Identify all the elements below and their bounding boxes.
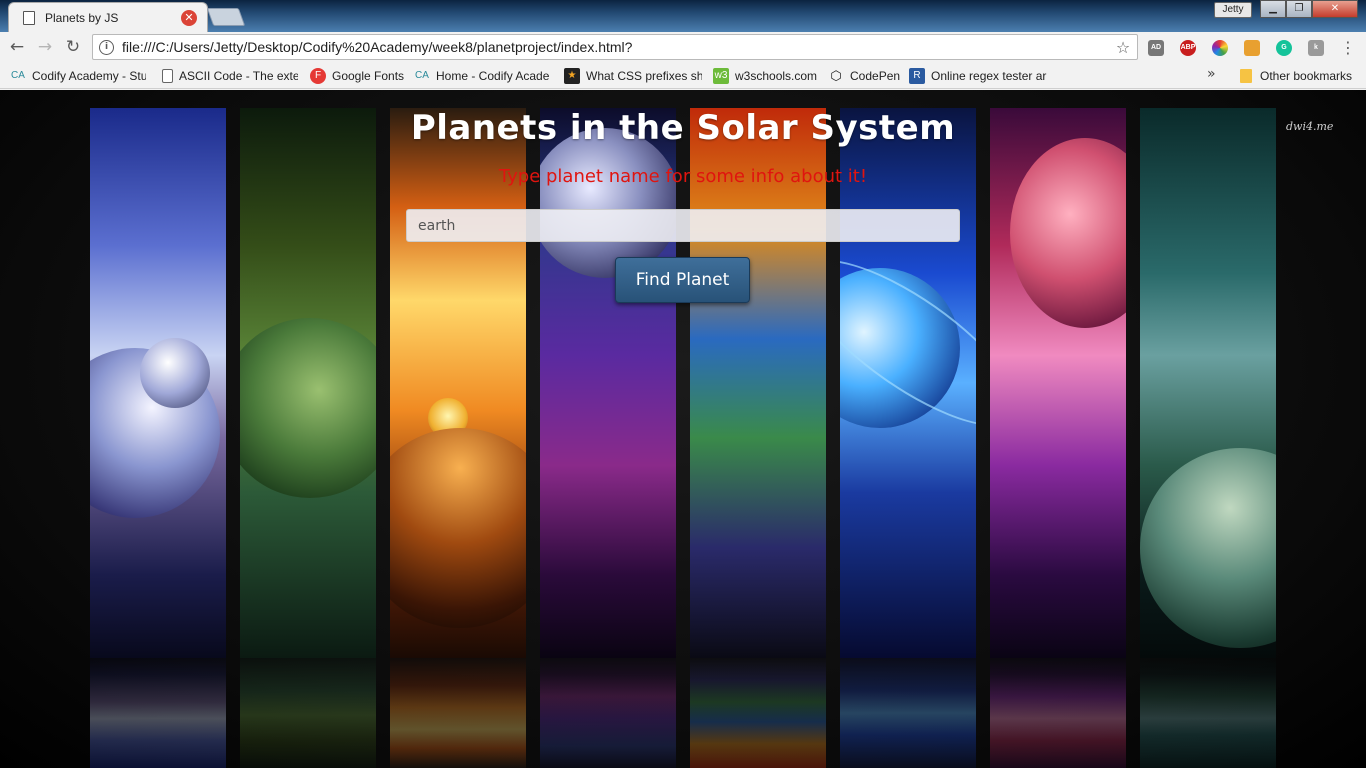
bookmark-item[interactable]: ★ What CSS prefixes sho bbox=[564, 67, 702, 85]
close-window-icon[interactable]: ✕ bbox=[1312, 0, 1358, 18]
background-panel bbox=[840, 108, 976, 658]
panel-reflection bbox=[390, 658, 526, 768]
find-planet-button[interactable]: Find Planet bbox=[615, 257, 750, 303]
other-bookmarks[interactable]: Other bookmarks bbox=[1240, 67, 1360, 85]
ad-block-icon[interactable]: AD bbox=[1148, 40, 1164, 56]
browser-toolbar: ← → ↻ i file:///C:/Users/Jetty/Desktop/C… bbox=[0, 32, 1366, 62]
panel-reflection bbox=[690, 658, 826, 768]
back-arrow-icon[interactable]: ← bbox=[6, 36, 28, 58]
profile-badge[interactable]: Jetty bbox=[1214, 2, 1252, 18]
ruler-icon[interactable] bbox=[1244, 40, 1260, 56]
grammarly-icon[interactable]: G bbox=[1276, 40, 1292, 56]
color-wheel-icon[interactable] bbox=[1212, 40, 1228, 56]
extension-k-icon[interactable]: k bbox=[1308, 40, 1324, 56]
background-panel bbox=[1140, 108, 1276, 658]
panel-reflection bbox=[240, 658, 376, 768]
tab-title: Planets by JS bbox=[45, 10, 119, 25]
planet-image bbox=[390, 428, 526, 628]
bookmark-item[interactable]: CA Home - Codify Acade bbox=[414, 67, 550, 85]
background-panel bbox=[990, 108, 1126, 658]
codify-icon: CA bbox=[415, 70, 429, 81]
info-icon[interactable]: i bbox=[99, 39, 114, 55]
background-panel bbox=[90, 108, 226, 658]
background-panel bbox=[390, 108, 526, 658]
planet-image bbox=[540, 128, 676, 278]
minimize-icon[interactable]: ▁ bbox=[1260, 0, 1286, 18]
codepen-icon: ⬡ bbox=[830, 68, 842, 83]
planet-image bbox=[140, 338, 210, 408]
panel-reflection bbox=[90, 658, 226, 768]
page-icon bbox=[162, 69, 173, 83]
bookmark-star-icon[interactable]: ☆ bbox=[1109, 38, 1137, 57]
google-fonts-icon: F bbox=[310, 68, 326, 84]
bookmark-item[interactable]: ⬡ CodePen bbox=[828, 67, 904, 85]
new-tab-button[interactable] bbox=[206, 8, 246, 26]
more-bookmarks-icon[interactable]: » bbox=[1207, 66, 1216, 82]
url-text[interactable]: file:///C:/Users/Jetty/Desktop/Codify%20… bbox=[122, 39, 1109, 55]
bookmark-item[interactable]: ASCII Code - The exte bbox=[162, 67, 298, 85]
regex-icon: R bbox=[909, 68, 925, 84]
bookmark-item[interactable]: F Google Fonts bbox=[310, 67, 406, 85]
browser-tab[interactable]: Planets by JS ✕ bbox=[8, 2, 208, 32]
codify-icon: CA bbox=[11, 70, 25, 81]
bookmark-item[interactable]: w3 w3schools.com bbox=[713, 67, 819, 85]
panel-reflection bbox=[1140, 658, 1276, 768]
page-title: Planets in the Solar System bbox=[410, 108, 956, 148]
background-panel bbox=[240, 108, 376, 658]
page-subtitle: Type planet name for some info about it! bbox=[498, 166, 868, 187]
background-panel bbox=[540, 108, 676, 658]
restore-icon[interactable]: ❐ bbox=[1286, 0, 1312, 18]
planet-search-input[interactable] bbox=[406, 209, 960, 242]
bookmark-item[interactable]: CA Codify Academy - Stu bbox=[10, 67, 146, 85]
panel-reflection bbox=[990, 658, 1126, 768]
w3schools-icon: w3 bbox=[713, 68, 729, 84]
reload-icon[interactable]: ↻ bbox=[62, 36, 84, 58]
forward-arrow-icon[interactable]: → bbox=[34, 36, 56, 58]
page-icon bbox=[23, 10, 35, 25]
planet-image bbox=[240, 318, 376, 498]
panel-reflection bbox=[840, 658, 976, 768]
browser-chrome: Planets by JS ✕ Jetty ▁ ❐ ✕ ← → ↻ i file… bbox=[0, 0, 1366, 90]
abp-icon[interactable]: ABP bbox=[1180, 40, 1196, 56]
star-icon: ★ bbox=[564, 68, 580, 84]
window-controls: ▁ ❐ ✕ bbox=[1260, 0, 1358, 20]
address-bar[interactable]: i file:///C:/Users/Jetty/Desktop/Codify%… bbox=[92, 34, 1138, 60]
planet-image bbox=[1140, 448, 1276, 648]
background-panel bbox=[690, 108, 826, 658]
browser-menu-icon[interactable]: ⋮ bbox=[1340, 38, 1356, 58]
panel-reflection bbox=[540, 658, 676, 768]
bookmark-item[interactable]: R Online regex tester ar bbox=[909, 67, 1047, 85]
bookmarks-bar: CA Codify Academy - Stu ASCII Code - The… bbox=[0, 62, 1366, 89]
folder-icon bbox=[1240, 69, 1252, 83]
tab-strip: Planets by JS ✕ Jetty ▁ ❐ ✕ bbox=[0, 0, 1366, 32]
close-tab-icon[interactable]: ✕ bbox=[181, 9, 197, 26]
page-content: dwi4.me Planets in the Solar System Type… bbox=[0, 90, 1366, 768]
